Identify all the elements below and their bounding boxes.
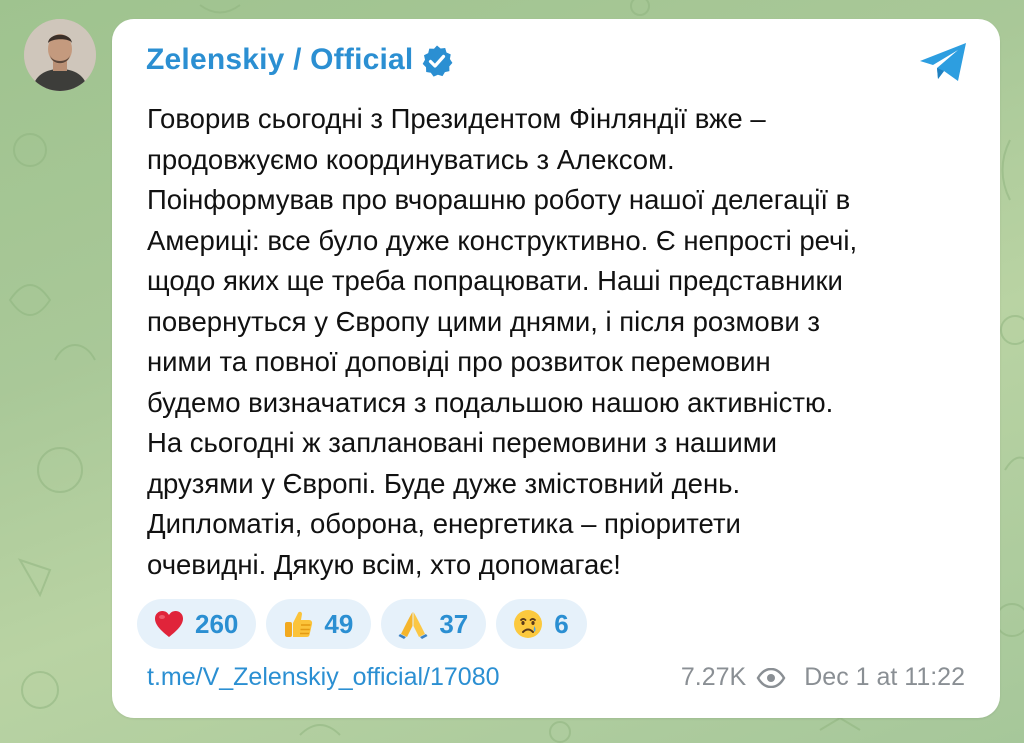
view-count: 7.27K (680, 663, 747, 691)
reaction-heart[interactable]: 260 (137, 599, 257, 649)
folded-hands-icon (397, 608, 429, 640)
red-heart-icon (153, 608, 185, 640)
message-line: Говорив сьогодні з Президентом Фінляндії… (147, 103, 766, 134)
message-line: Поінформував про вчорашню роботу нашої д… (147, 184, 851, 215)
post-meta: 7.27K Dec 1 at 11:22 (681, 663, 965, 692)
message-line: продовжуємо координуватись з Алексом. (147, 143, 675, 175)
message-line: друзями у Європі. Буде дуже змістовний д… (147, 467, 741, 499)
post-link[interactable]: t.me/V_Zelenskiy_official/17080 (147, 663, 500, 692)
message-line: Америці: все було дуже конструктивно. Є … (147, 224, 858, 256)
message-line: Дипломатія, оборона, енергетика – пріори… (147, 508, 741, 539)
reaction-count: 6 (554, 608, 569, 639)
avatar-portrait (24, 19, 96, 91)
crying-face-icon (512, 608, 544, 640)
message-line: щодо яких ще треба попрацювати. Наші пре… (147, 265, 843, 296)
channel-name[interactable]: Zelenskiy / Official (146, 43, 413, 77)
verified-badge-icon (420, 44, 454, 78)
post-timestamp: Dec 1 at 11:22 (804, 663, 965, 691)
reactions-bar: 260 49 37 6 (137, 599, 587, 649)
telegram-share-icon[interactable] (918, 41, 970, 85)
reaction-folded-hands[interactable]: 37 (381, 599, 487, 649)
thumbs-up-icon (282, 608, 314, 640)
message-text: Говорив сьогодні з Президентом Фінляндії… (147, 99, 967, 585)
reaction-count: 37 (439, 608, 469, 639)
message-line: повернуться у Європу цими днями, і після… (147, 305, 820, 337)
reaction-thumbs-up[interactable]: 49 (266, 599, 372, 649)
message-line: будемо визначатися з подальшою нашою акт… (147, 386, 834, 418)
message-line: На сьогодні ж заплановані перемовини з н… (147, 427, 778, 458)
eye-icon (756, 667, 786, 688)
message-line: ними та повної доповіді про розвиток пер… (147, 346, 771, 377)
channel-post-card[interactable]: Zelenskiy / Official Говорив сьогодні з … (112, 19, 1000, 718)
reaction-count: 49 (324, 608, 354, 639)
reaction-crying-face[interactable]: 6 (496, 599, 587, 649)
channel-avatar[interactable] (24, 19, 96, 91)
message-line: очевидні. Дякую всім, хто допомагає! (147, 548, 621, 580)
reaction-count: 260 (195, 608, 239, 639)
